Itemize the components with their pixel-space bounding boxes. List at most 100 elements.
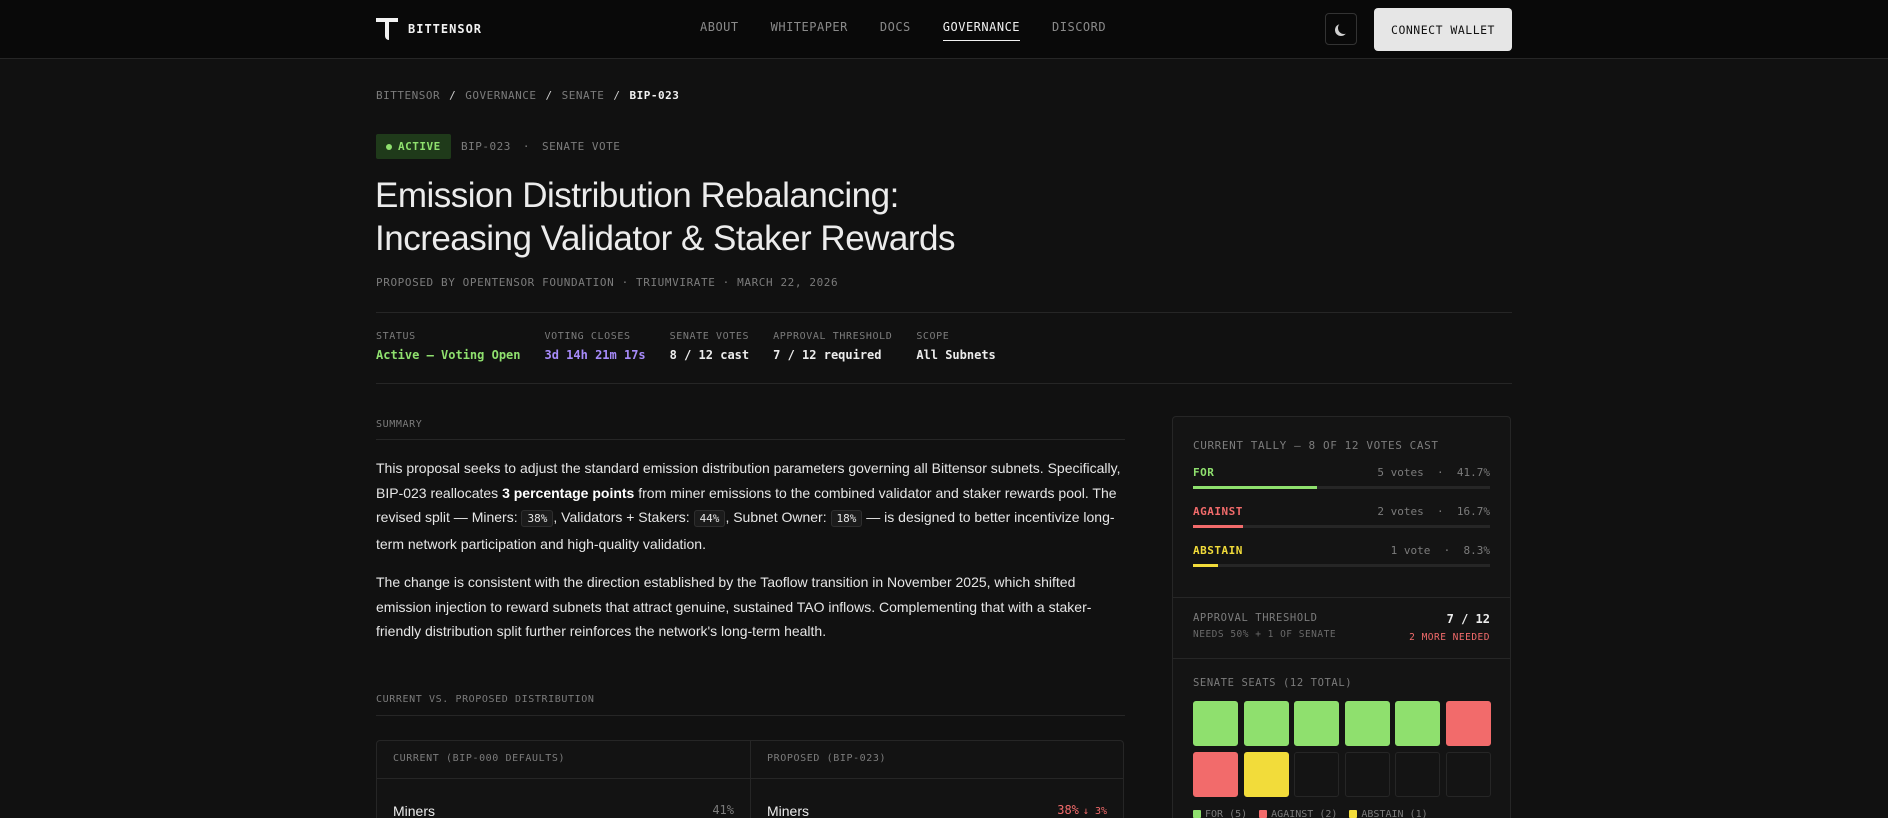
senate-seat-for	[1344, 701, 1390, 746]
brand[interactable]: BITTENSOR	[376, 16, 482, 42]
page-title: Emission Distribution Rebalancing: Incre…	[375, 174, 1075, 260]
vote-row-for: FOR 5 votes · 41.7%	[1173, 466, 1510, 489]
vote-bar-track	[1193, 564, 1490, 567]
legend-item-against: AGAINST (2)	[1259, 809, 1337, 818]
vote-bar-fill	[1193, 564, 1218, 567]
seats-title: SENATE SEATS (12 TOTAL)	[1193, 677, 1353, 689]
theme-toggle-button[interactable]	[1325, 13, 1357, 45]
owner-code: 18%	[830, 510, 863, 527]
seats-legend: FOR (5) AGAINST (2) ABSTAIN (1)	[1173, 797, 1510, 818]
distribution-table: CURRENT (BIP-000 DEFAULTS) Miners 41% PR…	[376, 740, 1124, 818]
breadcrumb-governance[interactable]: GOVERNANCE	[465, 89, 536, 102]
summary-text: , Subnet Owner:	[725, 509, 831, 525]
meta-separator: ·	[522, 140, 530, 153]
stat-voting-closes: VOTING CLOSES 3d 14h 21m 17s	[545, 331, 646, 362]
proposal-byline: PROPOSED BY OPENTENSOR FOUNDATION · TRIU…	[376, 276, 839, 289]
legend-swatch	[1349, 810, 1358, 818]
summary-label: SUMMARY	[376, 419, 423, 430]
threshold-value: 7 / 12	[1446, 612, 1490, 626]
senate-seat-for	[1243, 701, 1289, 746]
summary-paragraph-2: The change is consistent with the direct…	[376, 574, 1092, 639]
vote-separator: ·	[1437, 466, 1444, 479]
legend-label: ABSTAIN (1)	[1361, 809, 1428, 818]
summary-paragraph-1: This proposal seeks to adjust the standa…	[376, 456, 1126, 556]
nav-link-docs[interactable]: DOCS	[880, 20, 911, 41]
distribution-current-head: CURRENT (BIP-000 DEFAULTS)	[377, 741, 750, 779]
miners-code: 38%	[521, 510, 554, 527]
vote-count: 2 votes	[1377, 505, 1424, 518]
vote-separator: ·	[1437, 505, 1444, 518]
vote-bar-fill	[1193, 486, 1317, 489]
proposal-stats: STATUS Active — Voting Open VOTING CLOSE…	[376, 331, 1020, 362]
bittensor-logo-icon	[376, 16, 398, 42]
page-title-line-2: Increasing Validator & Staker Rewards	[375, 219, 956, 258]
stat-label: VOTING CLOSES	[544, 331, 631, 342]
summary-text: , Validators + Stakers:	[553, 509, 694, 525]
brand-name: BITTENSOR	[408, 22, 483, 36]
senate-seat-for	[1294, 701, 1339, 746]
row-name: Miners	[767, 803, 810, 818]
breadcrumb: BITTENSOR / GOVERNANCE / SENATE / BIP-02…	[376, 89, 679, 102]
distribution-label: CURRENT VS. PROPOSED DISTRIBUTION	[376, 694, 595, 705]
table-row: Miners 38% ↓ 3%	[751, 779, 1123, 818]
distribution-proposed: PROPOSED (BIP-023) Miners 38% ↓ 3%	[750, 741, 1123, 818]
legend-swatch	[1193, 810, 1201, 818]
vote-pct: 8.3%	[1463, 544, 1491, 557]
stat-label: APPROVAL THRESHOLD	[773, 331, 893, 342]
vote-name: AGAINST	[1193, 505, 1243, 518]
breadcrumb-bittensor[interactable]: BITTENSOR	[376, 89, 440, 102]
proposal-meta-tags: BIP-023 · SENATE VOTE	[461, 140, 620, 153]
validators-code: 44%	[693, 510, 726, 527]
vote-row-abstain: ABSTAIN 1 vote · 8.3%	[1173, 544, 1510, 567]
tally-title: CURRENT TALLY — 8 OF 12 VOTES CAST	[1193, 439, 1439, 452]
senate-seat-empty	[1294, 752, 1339, 797]
vote-row-against: AGAINST 2 votes · 16.7%	[1173, 505, 1510, 528]
row-name: Miners	[393, 803, 436, 818]
divider	[376, 383, 1512, 384]
senate-seat-for	[1193, 701, 1238, 746]
divider	[376, 715, 1125, 716]
legend-label: AGAINST (2)	[1271, 809, 1338, 818]
legend-swatch	[1259, 810, 1268, 818]
vote-bar-fill	[1193, 525, 1243, 528]
moon-icon	[1338, 22, 1350, 34]
stat-status: STATUS Active — Voting Open	[376, 331, 521, 362]
breadcrumb-separator: /	[449, 89, 457, 102]
vote-pct: 41.7%	[1456, 466, 1490, 479]
threshold-need: 2 MORE NEEDED	[1409, 632, 1490, 643]
vote-separator: ·	[1443, 544, 1451, 557]
distribution-proposed-head: PROPOSED (BIP-023)	[751, 741, 1123, 779]
nav-link-whitepaper[interactable]: WHITEPAPER	[771, 20, 848, 41]
legend-item-for: FOR (5)	[1193, 809, 1247, 818]
nav-link-discord[interactable]: DISCORD	[1052, 20, 1106, 41]
vote-stat: 2 votes · 16.7%	[1377, 505, 1490, 518]
senate-seat-for	[1395, 701, 1440, 746]
vote-bar-track	[1193, 486, 1490, 489]
breadcrumb-senate[interactable]: SENATE	[562, 89, 605, 102]
distribution-current: CURRENT (BIP-000 DEFAULTS) Miners 41%	[377, 741, 750, 818]
row-pct: 38% ↓ 3%	[1057, 803, 1107, 818]
legend-item-abstain: ABSTAIN (1)	[1349, 809, 1428, 818]
proposal-kind: SENATE VOTE	[541, 140, 621, 153]
connect-wallet-button[interactable]: CONNECT WALLET	[1374, 8, 1512, 51]
divider	[376, 312, 1512, 313]
senate-seats-grid	[1173, 701, 1510, 797]
nav-link-about[interactable]: ABOUT	[700, 20, 739, 41]
threshold-label: APPROVAL THRESHOLD	[1193, 612, 1318, 624]
legend-label: FOR (5)	[1205, 809, 1248, 818]
stat-approval-threshold: APPROVAL THRESHOLD 7 / 12 required	[773, 331, 892, 362]
breadcrumb-separator: /	[545, 89, 553, 102]
stat-scope: SCOPE All Subnets	[916, 331, 995, 362]
nav-link-governance[interactable]: GOVERNANCE	[942, 20, 1021, 41]
status-badge-label: ACTIVE	[398, 140, 441, 153]
threshold-section: APPROVAL THRESHOLD NEEDS 50% + 1 OF SENA…	[1173, 598, 1510, 659]
table-row: Miners 41%	[377, 779, 750, 818]
senate-seat-against	[1193, 752, 1238, 797]
divider	[376, 439, 1125, 440]
stat-label: STATUS	[376, 331, 416, 342]
vote-pct: 16.7%	[1456, 505, 1490, 518]
senate-seat-abstain	[1243, 752, 1289, 797]
countdown-value: 3d 14h 21m 17s	[544, 348, 646, 362]
stat-value: All Subnets	[916, 348, 996, 362]
senate-seat-empty	[1344, 752, 1390, 797]
